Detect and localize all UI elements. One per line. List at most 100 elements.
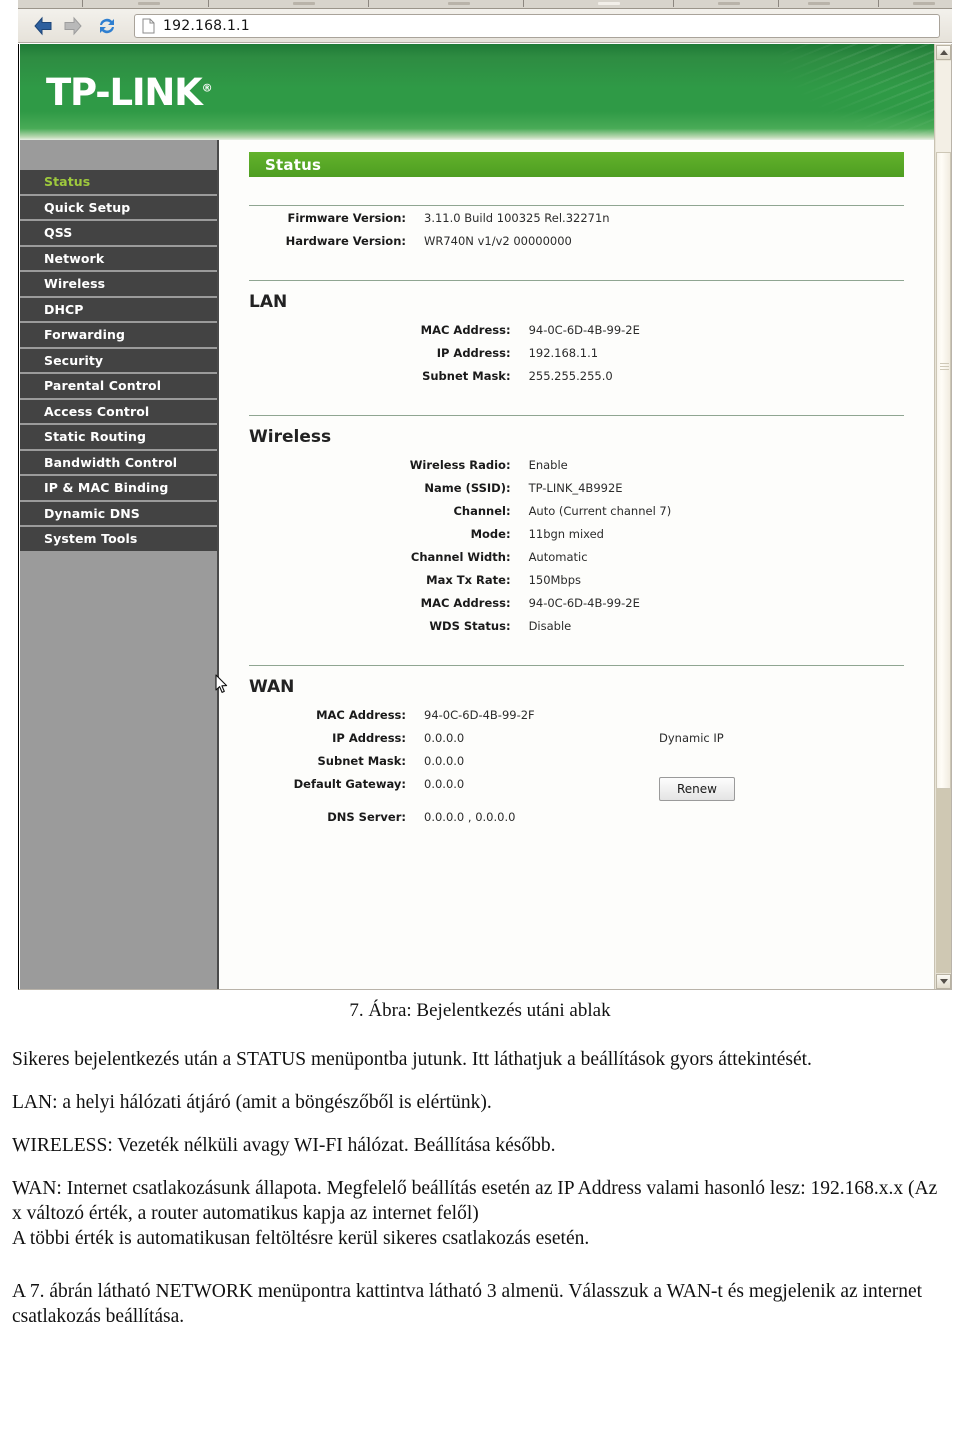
field-label: Wireless Radio:	[409, 457, 511, 472]
address-bar-text[interactable]: 192.168.1.1	[163, 18, 250, 34]
forward-arrow-icon[interactable]	[62, 15, 84, 37]
sidebar-item-label: Network	[44, 250, 105, 266]
sidebar-item-parental-control[interactable]: Parental Control	[20, 374, 217, 400]
sidebar-item-ip-mac-binding[interactable]: IP & MAC Binding	[20, 476, 217, 502]
field-value: 150Mbps	[528, 572, 582, 587]
router-main-panel: Status Firmware Version: 3.11.0 Build 10…	[219, 140, 951, 989]
sidebar-item-label: Status	[44, 174, 91, 190]
sidebar-item-wireless[interactable]: Wireless	[20, 272, 217, 298]
field-label: Default Gateway:	[293, 776, 406, 791]
scroll-down-button[interactable]	[936, 974, 951, 989]
sidebar-item-label: IP & MAC Binding	[44, 480, 169, 496]
table-row: DNS Server: 0.0.0.0 , 0.0.0.0	[249, 805, 904, 828]
sidebar-item-quick-setup[interactable]: Quick Setup	[20, 195, 217, 221]
table-row: Firmware Version: 3.11.0 Build 100325 Re…	[249, 206, 904, 229]
sidebar-item-access-control[interactable]: Access Control	[20, 399, 217, 425]
wan-connection-type: Dynamic IP	[659, 730, 724, 745]
page-scrollbar[interactable]	[934, 44, 951, 989]
field-value: Automatic	[528, 549, 588, 564]
sidebar-item-bandwidth-control[interactable]: Bandwidth Control	[20, 450, 217, 476]
back-arrow-icon[interactable]	[32, 15, 54, 37]
divider	[249, 415, 904, 416]
chevron-up-icon	[939, 50, 948, 55]
lan-section-title: LAN	[249, 292, 288, 312]
router-sidebar: Status Quick Setup QSS Network Wireless DHCP F…	[20, 140, 219, 989]
table-row: Wireless Radio: Enable	[249, 453, 904, 476]
browser-window: 192.168.1.1 TP-LINK® Status Quick Setup QS…	[18, 0, 952, 990]
sidebar-item-security[interactable]: Security	[20, 348, 217, 374]
registered-mark: ®	[201, 81, 213, 95]
firmware-version-value: 3.11.0 Build 100325 Rel.32271n	[424, 210, 610, 225]
field-value: 11bgn mixed	[528, 526, 604, 541]
field-value: Disable	[528, 618, 572, 633]
paragraph-status: Sikeres bejelentkezés után a STATUS menü…	[12, 1049, 812, 1070]
field-value: 192.168.1.1	[528, 345, 599, 360]
table-row: Channel: Auto (Current channel 7)	[249, 499, 904, 522]
field-label: WDS Status:	[429, 618, 511, 633]
field-value: TP-LINK_4B992E	[528, 480, 623, 495]
scrollbar-thumb[interactable]	[936, 152, 951, 789]
table-row: Mode: 11bgn mixed	[249, 522, 904, 545]
firmware-version-label: Firmware Version:	[287, 210, 406, 225]
sidebar-item-label: Forwarding	[44, 327, 126, 343]
field-value: Enable	[528, 457, 568, 472]
document-body: 7. Ábra: Bejelentkezés utáni ablak Siker…	[0, 1000, 960, 1348]
spacer-cell	[659, 749, 904, 772]
reload-icon[interactable]	[96, 15, 118, 37]
sidebar-item-label: DHCP	[44, 301, 84, 317]
sidebar-item-label: Security	[44, 352, 104, 368]
chevron-down-icon	[939, 979, 948, 984]
sidebar-item-label: Bandwidth Control	[44, 454, 178, 470]
paragraph-wireless: WIRELESS: Vezeték nélküli avagy WI-FI há…	[12, 1134, 556, 1156]
browser-tabstrip[interactable]	[18, 0, 952, 9]
field-value: 255.255.255.0	[528, 368, 613, 383]
banner-sheen-decoration	[482, 44, 951, 140]
field-value: 0.0.0.0 , 0.0.0.0	[424, 809, 516, 824]
tplink-logo-text: TP-LINK	[46, 71, 203, 114]
field-value: 94-0C-6D-4B-99-2E	[528, 322, 640, 337]
sidebar-item-dynamic-dns[interactable]: Dynamic DNS	[20, 501, 217, 527]
field-label: Max Tx Rate:	[426, 572, 511, 587]
table-row: IP Address: 0.0.0.0 Dynamic IP	[249, 726, 904, 749]
table-row: Name (SSID): TP-LINK_4B992E	[249, 476, 904, 499]
hardware-version-value: WR740N v1/v2 00000000	[424, 233, 572, 248]
table-row: MAC Address: 94-0C-6D-4B-99-2E	[249, 318, 904, 341]
field-value: 0.0.0.0	[424, 753, 465, 768]
table-row: Hardware Version: WR740N v1/v2 00000000	[249, 229, 904, 252]
field-value: 94-0C-6D-4B-99-2E	[528, 595, 640, 610]
scroll-up-button[interactable]	[936, 45, 951, 60]
field-label: MAC Address:	[420, 595, 511, 610]
renew-button[interactable]: Renew	[659, 776, 735, 801]
wan-table: MAC Address: 94-0C-6D-4B-99-2F IP Address:…	[249, 703, 904, 828]
table-row: Default Gateway: 0.0.0.0 Renew	[249, 772, 904, 805]
sidebar-item-system-tools[interactable]: System Tools	[20, 527, 217, 553]
divider	[249, 280, 904, 281]
table-row: IP Address: 192.168.1.1	[249, 341, 904, 364]
field-value: 94-0C-6D-4B-99-2F	[424, 707, 535, 722]
table-row: MAC Address: 94-0C-6D-4B-99-2E	[249, 591, 904, 614]
version-table: Firmware Version: 3.11.0 Build 100325 Re…	[249, 206, 904, 252]
sidebar-item-status[interactable]: Status	[20, 170, 217, 196]
spacer-cell	[659, 703, 904, 726]
table-row: Subnet Mask: 255.255.255.0	[249, 364, 904, 387]
spacer-cell	[659, 805, 904, 828]
status-header-label: Status	[265, 155, 322, 174]
renew-button-cell: Renew	[659, 772, 904, 805]
paragraph-lan: LAN: a helyi hálózati átjáró (amit a bön…	[12, 1091, 492, 1113]
tplink-logo: TP-LINK®	[46, 71, 213, 114]
table-row: Max Tx Rate: 150Mbps	[249, 568, 904, 591]
sidebar-item-network[interactable]: Network	[20, 246, 217, 272]
table-row: WDS Status: Disable	[249, 614, 904, 637]
sidebar-item-qss[interactable]: QSS	[20, 221, 217, 247]
sidebar-item-static-routing[interactable]: Static Routing	[20, 425, 217, 451]
hardware-version-label: Hardware Version:	[285, 233, 406, 248]
sidebar-item-forwarding[interactable]: Forwarding	[20, 323, 217, 349]
address-bar[interactable]: 192.168.1.1	[134, 14, 940, 38]
sidebar-item-dhcp[interactable]: DHCP	[20, 297, 217, 323]
page-icon	[142, 18, 155, 34]
tplink-banner: TP-LINK®	[20, 44, 951, 140]
divider	[249, 665, 904, 666]
sidebar-item-label: QSS	[44, 225, 73, 241]
scrollbar-track-bottom[interactable]	[936, 789, 951, 973]
field-label: Mode:	[470, 526, 511, 541]
